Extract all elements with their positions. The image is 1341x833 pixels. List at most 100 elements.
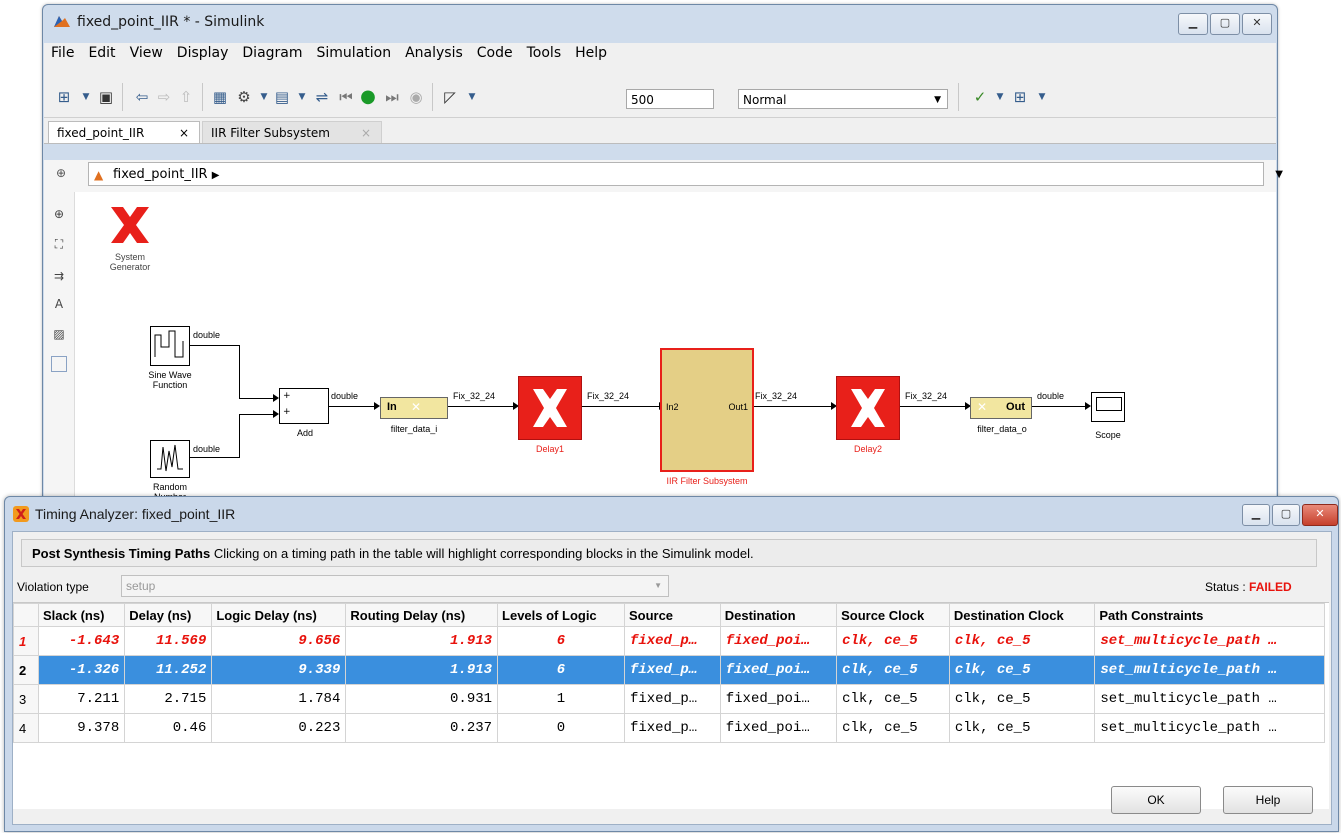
help-button[interactable]: Help [1223, 786, 1313, 814]
chevron-down-icon: ▼ [934, 95, 941, 105]
column-header[interactable]: Destination Clock [948, 603, 1096, 627]
status-indicator: Status : FAILED [1205, 580, 1292, 594]
forward-icon[interactable]: ⇨ [154, 87, 174, 107]
menu-simulation[interactable]: Simulation [310, 43, 399, 63]
destination-clock-cell: clk, ce_5 [948, 655, 1096, 685]
step-back-icon[interactable]: ⏮ [336, 87, 356, 107]
gateway-in-block[interactable]: In ✕ [380, 397, 448, 419]
violation-type-select[interactable]: setup ▼ [121, 575, 669, 597]
minimize-button[interactable]: ▁ [1178, 13, 1208, 35]
chevron-down-icon: ▼ [654, 581, 662, 590]
random-number-block[interactable] [150, 440, 190, 478]
step-forward-icon[interactable]: ⏭ [382, 87, 402, 107]
model-canvas[interactable]: System Generator Sine Wave Function doub… [75, 192, 1276, 525]
fit-view-icon[interactable]: ⛶ [51, 236, 67, 252]
column-header[interactable]: Source [623, 603, 721, 627]
annotation-icon[interactable]: A [51, 296, 67, 312]
delay1-block[interactable] [518, 376, 582, 440]
menu-tools[interactable]: Tools [520, 43, 569, 63]
left-tool-strip: ⊕ ⛶ ⇉ A ▨ [44, 192, 75, 525]
column-header[interactable]: Routing Delay (ns) [345, 603, 499, 627]
menu-file[interactable]: File [44, 43, 81, 63]
stop-icon[interactable]: ◉ [406, 87, 426, 107]
column-header[interactable]: Levels of Logic [497, 603, 625, 627]
back-icon[interactable]: ⇦ [132, 87, 152, 107]
zoom-icon[interactable]: ⊕ [51, 206, 67, 222]
gateway-out-block[interactable]: ✕ Out [970, 397, 1032, 419]
model-explorer-icon[interactable]: ▤ [272, 87, 292, 107]
table-row[interactable]: 3 7.211 2.715 1.784 0.931 1 fixed_p… fix… [13, 684, 1325, 714]
column-header[interactable]: Source Clock [836, 603, 950, 627]
sine-wave-label: Sine Wave Function [148, 370, 192, 390]
source-cell: fixed_p… [623, 626, 721, 656]
gear-icon[interactable]: ⚙ [234, 87, 254, 107]
column-header[interactable]: Delay (ns) [124, 603, 213, 627]
stop-time-input[interactable]: 500 [626, 89, 714, 109]
up-icon[interactable]: ⇧ [176, 87, 196, 107]
scope-block[interactable] [1091, 392, 1125, 422]
settings-dropdown-icon[interactable]: ▼ [254, 87, 274, 107]
table-row[interactable]: 1 -1.643 11.569 9.656 1.913 6 fixed_p… f… [13, 626, 1325, 656]
sine-wave-block[interactable] [150, 326, 190, 366]
explorer-dropdown-icon[interactable]: ▼ [292, 87, 312, 107]
ok-button[interactable]: OK [1111, 786, 1201, 814]
source-clock-cell: clk, ce_5 [836, 713, 950, 743]
model-icon: ▲ [94, 168, 104, 182]
image-icon[interactable]: ▨ [51, 326, 67, 342]
column-header[interactable]: Slack (ns) [37, 603, 126, 627]
menu-help[interactable]: Help [568, 43, 614, 63]
status-value: FAILED [1249, 580, 1292, 594]
simulation-mode-select[interactable]: Normal ▼ [738, 89, 948, 109]
menu-display[interactable]: Display [170, 43, 236, 63]
viewer-dropdown-icon[interactable]: ▼ [462, 87, 482, 107]
menu-edit[interactable]: Edit [81, 43, 122, 63]
minimize-button[interactable]: ▁ [1242, 504, 1270, 526]
grid-icon[interactable]: ⊞ [1010, 87, 1030, 107]
simulink-window-title: fixed_point_IIR * - Simulink [77, 14, 265, 30]
maximize-button[interactable]: ▢ [1272, 504, 1300, 526]
chevron-down-icon[interactable]: ▼ [1275, 163, 1283, 187]
arrow-route-icon[interactable]: ⇉ [51, 268, 67, 284]
scope-viewer-icon[interactable]: ◸ [440, 87, 460, 107]
maximize-button[interactable]: ▢ [1210, 13, 1240, 35]
menu-analysis[interactable]: Analysis [398, 43, 470, 63]
row-number-header [13, 603, 39, 627]
hide-browser-icon[interactable]: ⊕ [56, 166, 72, 182]
tab-fixed-point-iir[interactable]: fixed_point_IIR × [48, 121, 200, 143]
iir-filter-subsystem-block[interactable]: In2 Out1 [660, 348, 754, 472]
check-icon[interactable]: ✓ [970, 87, 990, 107]
close-icon[interactable]: × [179, 122, 189, 144]
breadcrumb[interactable]: ▲ fixed_point_IIR ▶ ▼ [88, 162, 1283, 186]
system-generator-block[interactable] [109, 205, 151, 245]
breadcrumb-item[interactable]: fixed_point_IIR [113, 167, 208, 182]
menu-code[interactable]: Code [470, 43, 520, 63]
subsystem-label: IIR Filter Subsystem [666, 476, 748, 486]
gateway-in-label: filter_data_i [390, 424, 438, 434]
library-browser-icon[interactable]: ▦ [210, 87, 230, 107]
area-icon[interactable] [51, 356, 67, 372]
menu-diagram[interactable]: Diagram [235, 43, 309, 63]
close-icon[interactable]: × [361, 122, 371, 144]
run-icon[interactable]: ● [358, 87, 378, 107]
port-label: In [387, 401, 397, 413]
tab-iir-filter-subsystem[interactable]: IIR Filter Subsystem × [202, 121, 382, 143]
close-button[interactable]: ✕ [1302, 504, 1338, 526]
save-icon[interactable]: ▣ [96, 87, 116, 107]
menu-view[interactable]: View [123, 43, 170, 63]
column-header[interactable]: Logic Delay (ns) [211, 603, 347, 627]
check-dropdown-icon[interactable]: ▼ [990, 87, 1010, 107]
menu-bar: File Edit View Display Diagram Simulation Anal… [44, 43, 1276, 65]
close-button[interactable]: ✕ [1242, 13, 1272, 35]
new-model-icon[interactable]: ⊞ [54, 87, 74, 107]
grid-dropdown-icon[interactable]: ▼ [1032, 87, 1052, 107]
routing-delay-cell: 0.931 [345, 684, 499, 714]
column-header[interactable]: Path Constraints [1094, 603, 1325, 627]
source-clock-cell: clk, ce_5 [836, 655, 950, 685]
add-block[interactable]: + + [279, 388, 329, 424]
table-row[interactable]: 4 9.378 0.46 0.223 0.237 0 fixed_p… fixe… [13, 713, 1325, 743]
column-header[interactable]: Destination [719, 603, 838, 627]
new-dropdown-icon[interactable]: ▼ [76, 87, 96, 107]
table-row-selected[interactable]: 2 -1.326 11.252 9.339 1.913 6 fixed_p… f… [13, 655, 1325, 685]
delay2-block[interactable] [836, 376, 900, 440]
update-icon[interactable]: ⇌ [312, 87, 332, 107]
